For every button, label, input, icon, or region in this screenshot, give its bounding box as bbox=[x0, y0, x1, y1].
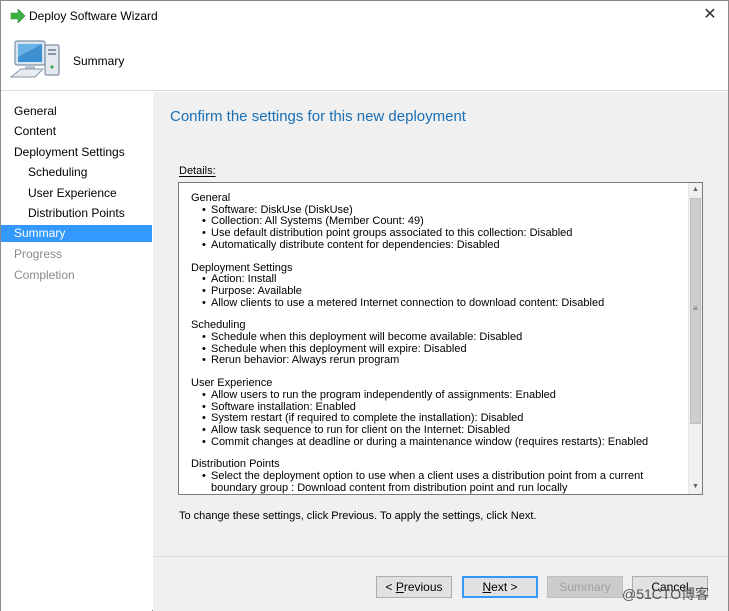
nav-item-content[interactable]: Content bbox=[1, 123, 152, 140]
scroll-up-arrow-icon[interactable]: ▲ bbox=[689, 183, 702, 197]
detail-line: Allow task sequence to run for client on… bbox=[191, 424, 681, 437]
scroll-down-arrow-icon[interactable]: ▼ bbox=[689, 480, 702, 494]
watermark: @51CTO博客 bbox=[622, 586, 710, 602]
section-title-general: General bbox=[191, 192, 231, 204]
scroll-thumb[interactable]: ≡ bbox=[690, 198, 701, 424]
nav-item-general[interactable]: General bbox=[1, 103, 152, 120]
window-title: Deploy Software Wizard bbox=[29, 9, 158, 23]
detail-line: Select the deployment option to use when… bbox=[191, 470, 681, 494]
details-textbox[interactable]: General Software: DiskUse (DiskUse) Coll… bbox=[178, 182, 703, 495]
previous-button[interactable]: < Previous bbox=[376, 576, 452, 598]
details-label: Details: bbox=[179, 165, 216, 177]
next-button[interactable]: Next > bbox=[462, 576, 538, 598]
nav-item-completion: Completion bbox=[14, 268, 75, 282]
page-header: Summary bbox=[1, 31, 728, 91]
detail-line: Purpose: Available bbox=[191, 285, 681, 298]
detail-line: Allow users to run the program independe… bbox=[191, 389, 681, 402]
detail-line: Schedule when this deployment will becom… bbox=[191, 331, 681, 344]
main-heading: Confirm the settings for this new deploy… bbox=[170, 108, 466, 125]
nav-item-distribution-points[interactable]: Distribution Points bbox=[1, 205, 152, 222]
detail-line: Rerun behavior: Always rerun program bbox=[191, 355, 681, 367]
computer-icon bbox=[9, 37, 63, 83]
next-rest: ext > bbox=[491, 580, 518, 594]
nav-item-progress: Progress bbox=[14, 247, 63, 261]
previous-prefix: < bbox=[385, 580, 396, 594]
title-bar: Deploy Software Wizard ✕ bbox=[1, 1, 728, 31]
details-content: General Software: DiskUse (DiskUse) Coll… bbox=[191, 192, 681, 494]
green-arrow-icon bbox=[10, 8, 26, 24]
next-mnemonic: N bbox=[482, 580, 492, 594]
hint-text: To change these settings, click Previous… bbox=[179, 510, 537, 522]
previous-rest: revious bbox=[403, 580, 443, 594]
close-button[interactable]: ✕ bbox=[700, 5, 720, 25]
wizard-window: Deploy Software Wizard ✕ Summary General… bbox=[0, 0, 729, 611]
nav-item-deployment-settings[interactable]: Deployment Settings bbox=[1, 144, 152, 161]
wizard-nav: General Content Deployment Settings Sche… bbox=[1, 92, 152, 611]
summary-button: Summary bbox=[547, 576, 623, 598]
grip-icon: ≡ bbox=[693, 304, 698, 313]
nav-item-summary[interactable]: Summary bbox=[1, 225, 152, 242]
previous-mnemonic: P bbox=[395, 580, 404, 594]
detail-line: Commit changes at deadline or during a m… bbox=[191, 436, 681, 449]
main-panel: Confirm the settings for this new deploy… bbox=[153, 92, 728, 611]
details-scrollbar[interactable]: ▲ ≡ ▼ bbox=[688, 183, 702, 494]
page-title: Summary bbox=[73, 54, 125, 68]
nav-item-scheduling[interactable]: Scheduling bbox=[1, 164, 152, 181]
detail-line: Automatically distribute content for dep… bbox=[191, 239, 681, 252]
detail-line: Allow clients to use a metered Internet … bbox=[191, 297, 681, 310]
nav-item-user-experience[interactable]: User Experience bbox=[1, 185, 152, 202]
